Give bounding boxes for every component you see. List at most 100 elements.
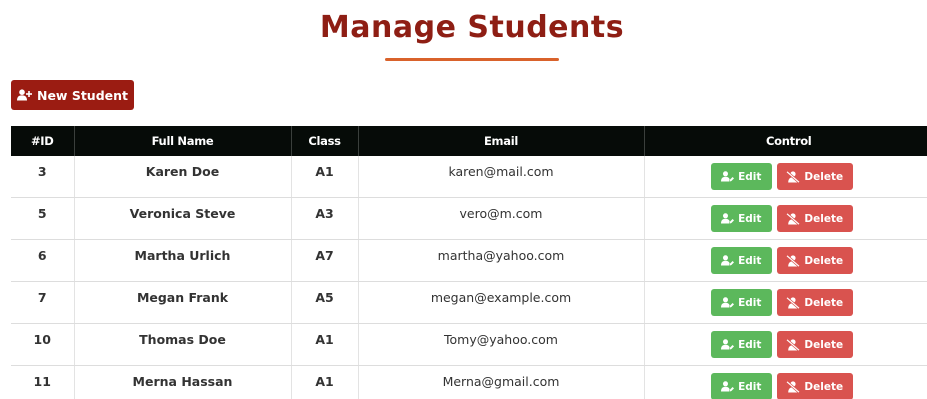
delete-label: Delete — [804, 338, 844, 351]
student-name: Martha Urlich — [134, 248, 231, 263]
student-class: A1 — [315, 332, 334, 347]
student-id: 6 — [37, 248, 47, 263]
id-cell: 3 — [11, 156, 75, 198]
edit-button[interactable]: Edit — [710, 289, 772, 316]
id-cell: 5 — [11, 197, 75, 240]
title-underline — [385, 58, 559, 61]
table-row: 10 Thomas Doe A1 Tomy@yahoo.com Edit Del… — [11, 323, 927, 366]
new-student-label: New Student — [36, 87, 128, 103]
delete-button[interactable]: Delete — [776, 163, 853, 190]
student-class: A7 — [315, 248, 334, 263]
table-row: 5 Veronica Steve A3 vero@m.com Edit Dele… — [11, 197, 927, 240]
row-controls: Edit Delete — [645, 366, 927, 399]
delete-label: Delete — [804, 296, 844, 309]
edit-label: Edit — [738, 212, 762, 225]
delete-label: Delete — [804, 212, 844, 225]
row-controls: Edit Delete — [645, 240, 927, 274]
student-email: martha@yahoo.com — [437, 248, 565, 263]
name-cell: Merna Hassan — [74, 365, 292, 399]
edit-button[interactable]: Edit — [710, 247, 772, 274]
student-class: A1 — [315, 374, 334, 389]
class-cell: A1 — [291, 365, 359, 399]
table-row: 3 Karen Doe A1 karen@mail.com Edit Delet… — [11, 156, 927, 198]
row-controls: Edit Delete — [645, 282, 927, 316]
student-email: karen@mail.com — [448, 164, 554, 179]
delete-button[interactable]: Delete — [776, 331, 853, 358]
user-slash-icon — [786, 212, 801, 225]
edit-label: Edit — [738, 338, 762, 351]
student-id: 10 — [33, 332, 51, 347]
email-cell: Merna@gmail.com — [358, 365, 645, 399]
edit-button[interactable]: Edit — [710, 331, 772, 358]
student-email: megan@example.com — [430, 290, 572, 305]
email-cell: megan@example.com — [358, 281, 645, 324]
id-cell: 7 — [11, 281, 75, 324]
new-student-button[interactable]: New Student — [11, 80, 134, 110]
delete-button[interactable]: Delete — [776, 247, 853, 274]
manage-students-page: Manage Students New Student #ID Full Nam… — [0, 0, 927, 399]
edit-label: Edit — [738, 254, 762, 267]
student-id: 11 — [33, 374, 51, 389]
name-cell: Karen Doe — [74, 156, 292, 198]
row-controls: Edit Delete — [645, 324, 927, 358]
column-header-class: Class — [291, 126, 359, 156]
page-title: Manage Students — [319, 10, 625, 45]
control-cell: Edit Delete — [644, 197, 927, 240]
user-slash-icon — [786, 338, 801, 351]
student-name: Veronica Steve — [129, 206, 236, 221]
student-name: Merna Hassan — [132, 374, 233, 389]
email-cell: Tomy@yahoo.com — [358, 323, 645, 366]
id-cell: 6 — [11, 239, 75, 282]
user-edit-icon — [721, 213, 735, 224]
delete-button[interactable]: Delete — [776, 373, 853, 399]
class-cell: A1 — [291, 156, 359, 198]
column-header-id: #ID — [11, 126, 75, 156]
column-header-full-name: Full Name — [74, 126, 292, 156]
edit-label: Edit — [738, 296, 762, 309]
delete-button[interactable]: Delete — [776, 205, 853, 232]
delete-label: Delete — [804, 170, 844, 183]
edit-button[interactable]: Edit — [710, 373, 772, 399]
edit-label: Edit — [738, 380, 762, 393]
email-cell: karen@mail.com — [358, 156, 645, 198]
student-id: 7 — [37, 290, 47, 305]
control-cell: Edit Delete — [644, 365, 927, 399]
class-cell: A7 — [291, 239, 359, 282]
student-id: 5 — [37, 206, 47, 221]
edit-button[interactable]: Edit — [710, 205, 772, 232]
row-controls: Edit Delete — [645, 198, 927, 232]
control-cell: Edit Delete — [644, 281, 927, 324]
row-controls: Edit Delete — [645, 156, 927, 190]
student-name: Megan Frank — [136, 290, 229, 305]
user-edit-icon — [721, 339, 735, 350]
delete-label: Delete — [804, 380, 844, 393]
student-email: Tomy@yahoo.com — [444, 332, 558, 347]
student-name: Thomas Doe — [139, 332, 226, 347]
edit-button[interactable]: Edit — [710, 163, 772, 190]
table-header-row: #ID Full Name Class Email Control — [11, 126, 927, 156]
students-table: #ID Full Name Class Email Control 3 Kare… — [11, 126, 927, 399]
user-slash-icon — [786, 380, 801, 393]
user-slash-icon — [786, 296, 801, 309]
user-edit-icon — [721, 171, 735, 182]
class-cell: A5 — [291, 281, 359, 324]
class-cell: A1 — [291, 323, 359, 366]
control-cell: Edit Delete — [644, 239, 927, 282]
name-cell: Martha Urlich — [74, 239, 292, 282]
class-cell: A3 — [291, 197, 359, 240]
student-class: A1 — [315, 164, 334, 179]
user-slash-icon — [786, 254, 801, 267]
delete-button[interactable]: Delete — [776, 289, 853, 316]
user-slash-icon — [786, 170, 801, 183]
edit-label: Edit — [738, 170, 762, 183]
student-class: A3 — [315, 206, 334, 221]
table-row: 6 Martha Urlich A7 martha@yahoo.com Edit — [11, 239, 927, 282]
name-cell: Veronica Steve — [74, 197, 292, 240]
email-cell: vero@m.com — [358, 197, 645, 240]
email-cell: martha@yahoo.com — [358, 239, 645, 282]
table-row: 11 Merna Hassan A1 Merna@gmail.com Edit — [11, 365, 927, 399]
student-id: 3 — [37, 164, 47, 179]
user-edit-icon — [721, 297, 735, 308]
column-header-control: Control — [644, 126, 927, 156]
control-cell: Edit Delete — [644, 156, 927, 198]
